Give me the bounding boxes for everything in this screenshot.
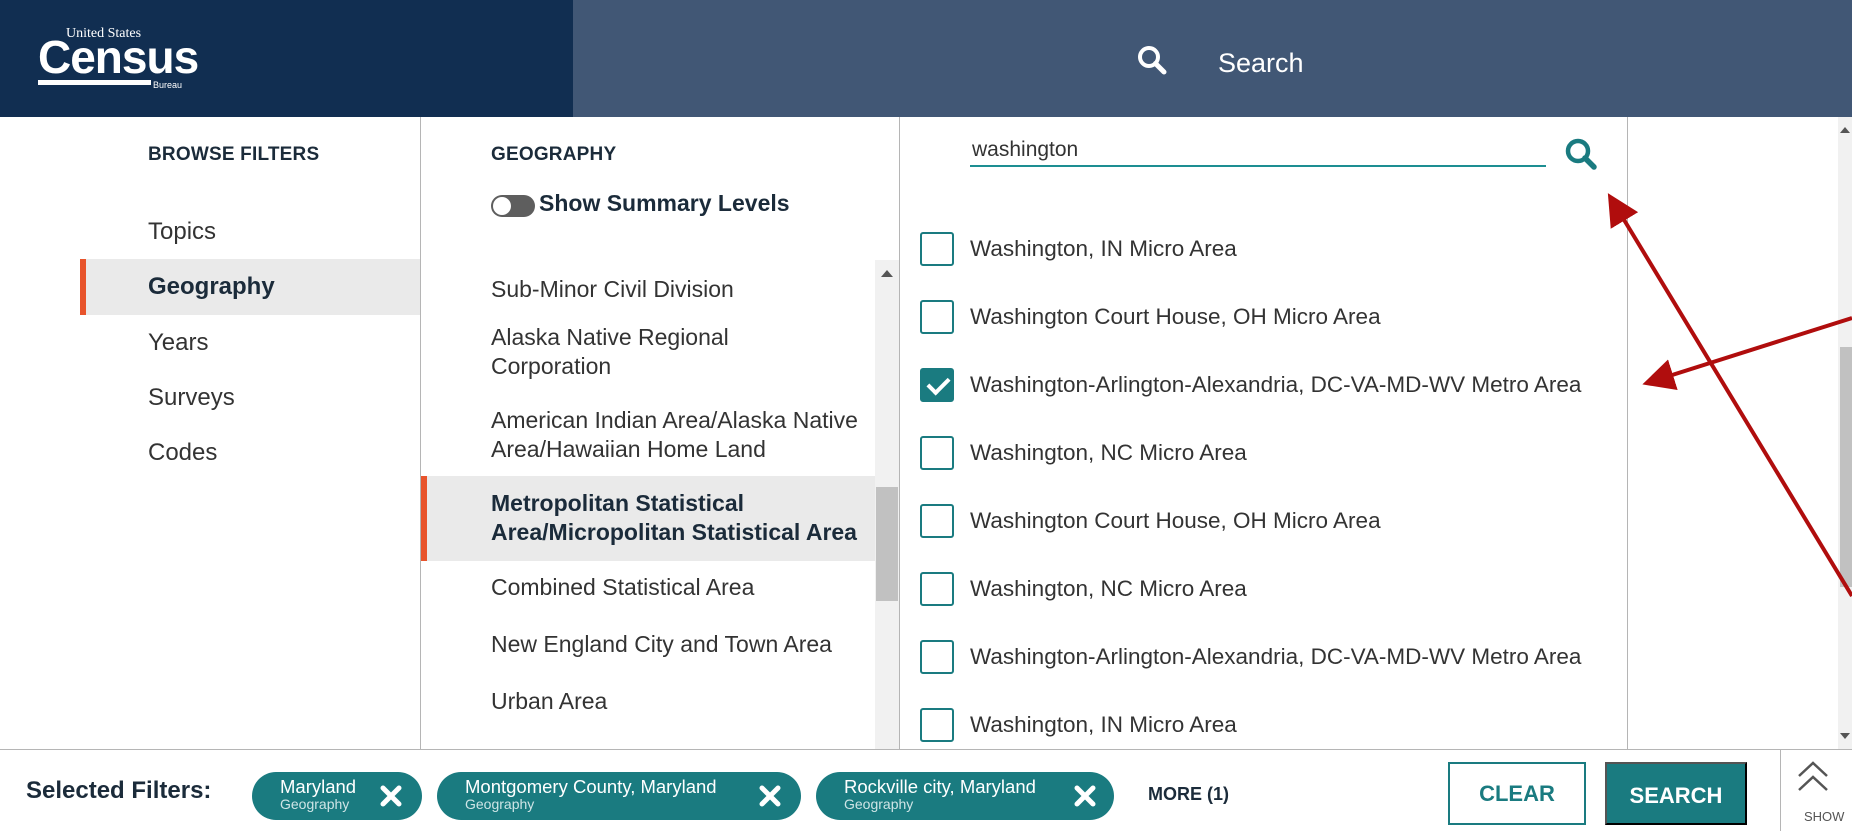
- clear-button[interactable]: CLEAR: [1448, 762, 1586, 825]
- search-icon: [1138, 46, 1167, 75]
- scrollbar-thumb[interactable]: [876, 487, 898, 601]
- toggle-knob: [493, 197, 511, 215]
- show-panel-toggle[interactable]: SHOW: [1780, 750, 1852, 831]
- geo-item-urban-area[interactable]: Urban Area: [421, 687, 875, 716]
- result-checkbox-checked[interactable]: [920, 368, 954, 402]
- result-checkbox[interactable]: [920, 300, 954, 334]
- filter-chip-montgomery-county[interactable]: Montgomery County, Maryland Geography: [437, 772, 801, 820]
- result-checkbox[interactable]: [920, 572, 954, 606]
- search-icon[interactable]: [1564, 137, 1598, 171]
- summary-levels-toggle[interactable]: [491, 195, 535, 217]
- search-button[interactable]: SEARCH: [1605, 762, 1747, 825]
- geo-item-metropolitan-statistical-area[interactable]: Metropolitan Statistical Area/Micropolit…: [421, 476, 875, 561]
- result-item[interactable]: Washington Court House, OH Micro Area: [920, 501, 1381, 541]
- result-item[interactable]: Washington-Arlington-Alexandria, DC-VA-M…: [920, 637, 1581, 677]
- browse-item-years[interactable]: Years: [80, 315, 420, 371]
- result-item[interactable]: Washington, NC Micro Area: [920, 569, 1247, 609]
- browse-item-surveys[interactable]: Surveys: [80, 370, 420, 426]
- chip-name: Montgomery County, Maryland: [465, 776, 717, 797]
- result-label[interactable]: Washington, IN Micro Area: [970, 236, 1237, 262]
- result-label[interactable]: Washington-Arlington-Alexandria, DC-VA-M…: [970, 372, 1581, 398]
- browse-item-codes[interactable]: Codes: [80, 425, 420, 481]
- close-icon[interactable]: [757, 783, 783, 809]
- selected-filters-bar: Selected Filters: Maryland Geography Mon…: [0, 749, 1852, 831]
- result-label[interactable]: Washington, NC Micro Area: [970, 576, 1247, 602]
- geography-panel: GEOGRAPHY Show Summary Levels Sub-Minor …: [421, 117, 900, 749]
- result-checkbox[interactable]: [920, 640, 954, 674]
- double-chevron-up-icon: [1798, 761, 1828, 791]
- results-panel: Washington, IN Micro Area Washington Cou…: [900, 117, 1628, 749]
- geo-item-sub-minor-civil-division[interactable]: Sub-Minor Civil Division: [421, 275, 875, 304]
- geography-scrollbar[interactable]: [875, 260, 899, 749]
- result-item[interactable]: Washington Court House, OH Micro Area: [920, 297, 1381, 337]
- result-label[interactable]: Washington-Arlington-Alexandria, DC-VA-M…: [970, 644, 1581, 670]
- geo-item-alaska-native-regional-corporation[interactable]: Alaska Native Regional Corporation: [421, 323, 875, 381]
- geo-item-american-indian-area[interactable]: American Indian Area/Alaska Native Area/…: [421, 406, 875, 464]
- scrollbar-thumb[interactable]: [1840, 347, 1852, 587]
- header-search-label: Search: [1218, 48, 1304, 78]
- result-label[interactable]: Washington Court House, OH Micro Area: [970, 508, 1381, 534]
- top-header: United States Census Bureau Search: [0, 0, 1852, 117]
- browse-item-topics[interactable]: Topics: [80, 204, 420, 260]
- result-checkbox[interactable]: [920, 436, 954, 470]
- result-checkbox[interactable]: [920, 232, 954, 266]
- scroll-down-arrow-icon[interactable]: [1840, 733, 1850, 739]
- logo-census: Census: [38, 31, 199, 83]
- result-label[interactable]: Washington, IN Micro Area: [970, 712, 1237, 738]
- browse-filters-heading: BROWSE FILTERS: [148, 144, 320, 165]
- result-label[interactable]: Washington Court House, OH Micro Area: [970, 304, 1381, 330]
- result-item[interactable]: Washington-Arlington-Alexandria, DC-VA-M…: [920, 365, 1581, 405]
- selected-filters-label: Selected Filters:: [26, 777, 212, 804]
- result-item[interactable]: Washington, IN Micro Area: [920, 705, 1237, 745]
- result-item[interactable]: Washington, IN Micro Area: [920, 229, 1237, 269]
- result-checkbox[interactable]: [920, 708, 954, 742]
- geo-item-new-england-city-and-town-area[interactable]: New England City and Town Area: [421, 630, 875, 659]
- scroll-up-arrow-icon[interactable]: [1840, 127, 1850, 133]
- page-scrollbar[interactable]: [1838, 117, 1852, 749]
- browse-filters-panel: BROWSE FILTERS Topics Geography Years Su…: [0, 117, 421, 749]
- close-icon[interactable]: [378, 783, 404, 809]
- more-filters-link[interactable]: MORE (1): [1148, 784, 1229, 805]
- result-checkbox[interactable]: [920, 504, 954, 538]
- result-item[interactable]: Washington, NC Micro Area: [920, 433, 1247, 473]
- filter-chip-rockville-city[interactable]: Rockville city, Maryland Geography: [816, 772, 1114, 820]
- geo-item-combined-statistical-area[interactable]: Combined Statistical Area: [421, 573, 875, 602]
- right-panel: [1628, 117, 1852, 749]
- browse-item-geography[interactable]: Geography: [80, 259, 420, 315]
- census-logo-area[interactable]: United States Census Bureau: [0, 0, 573, 117]
- geography-search-input[interactable]: [970, 135, 1546, 167]
- filter-chip-maryland[interactable]: Maryland Geography: [252, 772, 422, 820]
- chip-type: Geography: [465, 796, 535, 812]
- logo-underline: [38, 80, 166, 85]
- close-icon[interactable]: [1072, 783, 1098, 809]
- geography-heading: GEOGRAPHY: [491, 144, 617, 165]
- result-label[interactable]: Washington, NC Micro Area: [970, 440, 1247, 466]
- header-search-bar[interactable]: Search: [573, 0, 1852, 117]
- show-label: SHOW: [1804, 809, 1845, 824]
- scroll-up-arrow-icon[interactable]: [881, 270, 893, 277]
- summary-levels-label[interactable]: Show Summary Levels: [539, 190, 790, 217]
- logo-bureau: Bureau: [151, 80, 185, 90]
- geography-list[interactable]: Sub-Minor Civil Division Alaska Native R…: [421, 260, 899, 749]
